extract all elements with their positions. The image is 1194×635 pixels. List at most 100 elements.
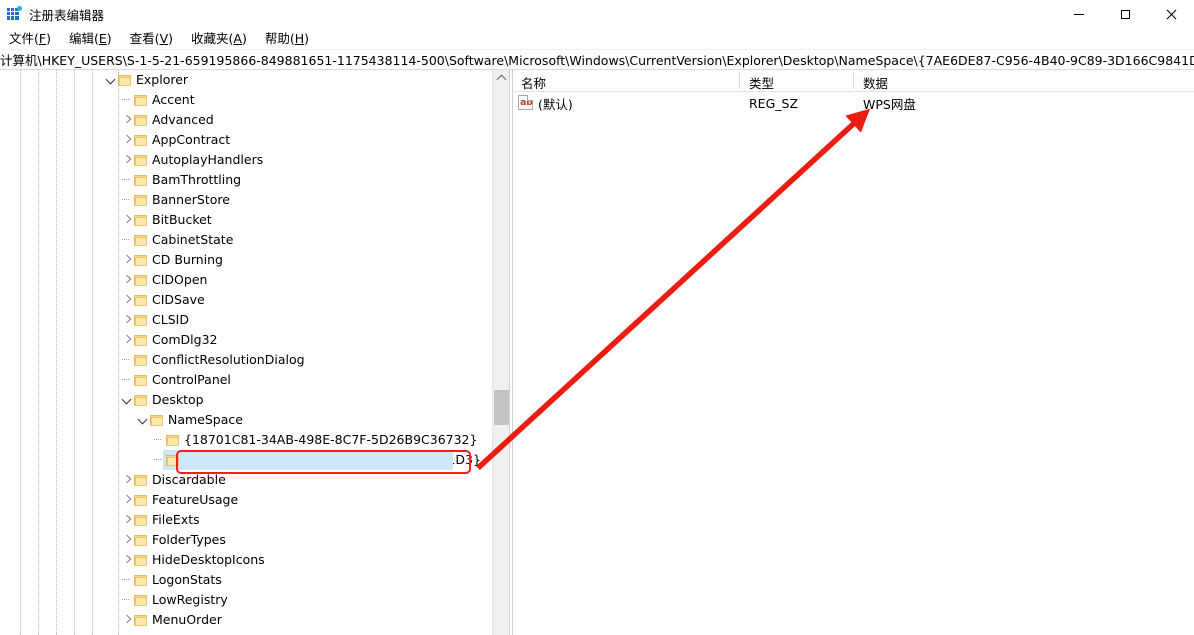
tree-item[interactable]: CLSID [0, 310, 492, 330]
chevron-right-icon[interactable] [121, 110, 134, 130]
tree-item-label: CLSID [152, 312, 189, 327]
chevron-right-icon[interactable] [121, 290, 134, 310]
maximize-button[interactable] [1102, 0, 1148, 28]
chevron-right-icon[interactable] [121, 130, 134, 150]
menu-item-5[interactable]: 帮助(H) [256, 28, 318, 49]
tree-item-label: LogonStats [152, 572, 222, 587]
tree-item-label: NameSpace [168, 412, 243, 427]
window-controls [1056, 0, 1194, 28]
tree-item[interactable]: FolderTypes [0, 530, 492, 550]
folder-icon [134, 514, 148, 526]
tree-item-label: FeatureUsage [152, 492, 239, 507]
folder-icon [134, 214, 148, 226]
chevron-right-icon[interactable] [121, 330, 134, 350]
tree-item[interactable]: Explorer [0, 70, 492, 90]
close-icon [1166, 9, 1177, 20]
registry-tree: Explorer Accent Advanced AppContract Autopla… [0, 70, 492, 630]
column-header-1[interactable]: 名称 [521, 73, 546, 92]
chevron-right-icon[interactable] [121, 210, 134, 230]
chevron-right-icon[interactable] [121, 150, 134, 170]
chevron-down-icon[interactable] [121, 390, 134, 410]
tree-item[interactable]: CIDSave [0, 290, 492, 310]
chevron-right-icon[interactable] [121, 310, 134, 330]
tree-item[interactable]: BitBucket [0, 210, 492, 230]
minimize-button[interactable] [1056, 0, 1102, 28]
tree-connector [121, 370, 134, 390]
menu-item-3[interactable]: 查看(V) [121, 28, 182, 49]
tree-item[interactable]: MenuOrder [0, 610, 492, 630]
chevron-right-icon[interactable] [121, 490, 134, 510]
tree-item[interactable]: NameSpace [0, 410, 492, 430]
tree-item[interactable]: ConflictResolutionDialog [0, 350, 492, 370]
tree-item[interactable]: CIDOpen [0, 270, 492, 290]
chevron-down-icon[interactable] [105, 70, 118, 90]
tree-item-label: CIDOpen [152, 272, 208, 287]
highlight-box [176, 450, 471, 474]
scrollbar-thumb[interactable] [494, 390, 509, 425]
tree-item-label: Advanced [152, 112, 214, 127]
chevron-right-icon[interactable] [121, 530, 134, 550]
maximize-icon [1120, 9, 1130, 19]
column-divider[interactable] [739, 72, 740, 89]
tree-item[interactable]: {18701C81-34AB-498E-8C7F-5D26B9C36732} [0, 430, 492, 450]
tree-item[interactable]: BannerStore [0, 190, 492, 210]
tree-item[interactable]: AutoplayHandlers [0, 150, 492, 170]
close-button[interactable] [1148, 0, 1194, 28]
tree-item[interactable]: Accent [0, 90, 492, 110]
tree-item[interactable]: LowRegistry [0, 590, 492, 610]
tree-item[interactable]: BamThrottling [0, 170, 492, 190]
tree-vertical-scrollbar[interactable] [492, 70, 509, 635]
menu-item-2[interactable]: 编辑(E) [60, 28, 121, 49]
tree-item[interactable]: HideDesktopIcons [0, 550, 492, 570]
tree-item-label: FileExts [152, 512, 200, 527]
chevron-right-icon[interactable] [121, 250, 134, 270]
chevron-right-icon[interactable] [121, 470, 134, 490]
tree-item[interactable]: FileExts [0, 510, 492, 530]
registry-editor-icon [6, 6, 22, 22]
value-type: REG_SZ [749, 95, 799, 111]
chevron-down-icon[interactable] [137, 410, 150, 430]
tree-item[interactable]: ControlPanel [0, 370, 492, 390]
tree-item-label: BannerStore [152, 192, 230, 207]
tree-item[interactable]: FeatureUsage [0, 490, 492, 510]
folder-icon [134, 254, 148, 266]
menu-item-label: 编辑(E) [68, 31, 112, 46]
tree-item[interactable]: Advanced [0, 110, 492, 130]
tree-item-label: Accent [152, 92, 195, 107]
chevron-right-icon[interactable] [121, 510, 134, 530]
column-header-2[interactable]: 类型 [749, 73, 774, 92]
menu-item-4[interactable]: 收藏夹(A) [182, 28, 256, 49]
tree-item[interactable]: AppContract [0, 130, 492, 150]
tree-item[interactable]: ComDlg32 [0, 330, 492, 350]
menu-item-label: 收藏夹(A) [191, 31, 247, 46]
folder-icon [134, 354, 148, 366]
chevron-up-icon[interactable] [493, 70, 510, 87]
chevron-right-icon[interactable] [121, 270, 134, 290]
address-bar[interactable]: 计算机\HKEY_USERS\S-1-5-21-659195866-849881… [0, 49, 1194, 70]
tree-item[interactable]: LogonStats [0, 570, 492, 590]
tree-item[interactable]: Desktop [0, 390, 492, 410]
column-header-3[interactable]: 数据 [863, 73, 888, 92]
tree-item[interactable]: CD Burning [0, 250, 492, 270]
registry-editor-window: 注册表编辑器 文件(F) 编辑(E) 查看(V) 收藏夹(A) 帮助(H) 计算机\HK… [0, 0, 1194, 635]
menu-item-1[interactable]: 文件(F) [0, 28, 60, 49]
chevron-right-icon[interactable] [121, 550, 134, 570]
value-list-pane[interactable]: 名称 类型 数据 ab (默认) REG_SZ WPS网盘 [513, 70, 1194, 635]
minimize-icon [1074, 13, 1084, 15]
main-content: Explorer Accent Advanced AppContract Autopla… [0, 70, 1194, 635]
folder-icon [134, 494, 148, 506]
chevron-right-icon[interactable] [121, 610, 134, 630]
registry-tree-pane[interactable]: Explorer Accent Advanced AppContract Autopla… [0, 70, 492, 635]
value-list-body: ab (默认) REG_SZ WPS网盘 [513, 92, 1194, 114]
value-row[interactable]: ab (默认) REG_SZ WPS网盘 [513, 92, 1194, 114]
tree-connector [121, 230, 134, 250]
tree-connector [121, 190, 134, 210]
tree-connector [121, 590, 134, 610]
tree-item-label: ConflictResolutionDialog [152, 352, 305, 367]
tree-item[interactable]: CabinetState [0, 230, 492, 250]
tree-item-label: Desktop [152, 392, 204, 407]
folder-icon [150, 414, 164, 426]
value-data: WPS网盘 [863, 96, 916, 112]
column-divider[interactable] [853, 72, 854, 89]
menu-item-label: 查看(V) [129, 31, 174, 46]
